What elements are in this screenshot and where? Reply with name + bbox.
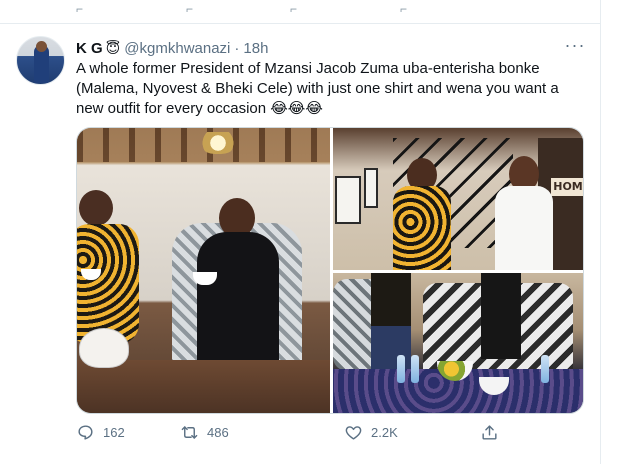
person-left <box>77 190 139 344</box>
avatar-head <box>36 41 47 52</box>
water-bottle <box>397 355 405 383</box>
timestamp[interactable]: 18h <box>243 40 268 57</box>
water-bottle <box>411 355 419 383</box>
halo-emoji-icon: 😇 <box>105 39 121 56</box>
separator-dot: · <box>234 39 240 57</box>
teapot <box>79 328 129 368</box>
share-button[interactable] <box>480 420 499 444</box>
like-button[interactable]: 2.2K <box>344 420 398 444</box>
person-standing <box>481 273 521 359</box>
like-count: 2.2K <box>371 424 398 440</box>
person-patterned-shirt <box>393 158 451 270</box>
person-center <box>189 198 285 382</box>
reply-count: 162 <box>103 424 125 440</box>
tweet-actions-bar: 162 486 2.2K <box>76 420 516 444</box>
user-handle[interactable]: @kgmkhwanazi <box>124 40 230 57</box>
reply-button[interactable]: 162 <box>76 420 125 444</box>
wall-art-frame <box>335 176 361 224</box>
home-sign: HOM <box>551 178 583 196</box>
tweet-text: A whole former President of Mzansi Jacob… <box>76 60 559 117</box>
display-name[interactable]: K G <box>76 40 103 57</box>
timeline-right-border <box>600 0 601 464</box>
photo-handshake[interactable]: HOM <box>333 128 583 270</box>
person-standing <box>371 273 411 369</box>
person-white-shirt <box>493 156 553 270</box>
media-grid: HOM <box>76 127 584 414</box>
tweet-header: K G 😇 @kgmkhwanazi · 18h <box>76 38 268 58</box>
heart-icon <box>345 425 362 440</box>
previous-tweet-actions-strip: ⌐ ⌐ ⌐ ⌐ <box>0 0 600 24</box>
wooden-table <box>77 360 330 413</box>
previous-share-icon[interactable]: ⌐ <box>400 2 422 16</box>
retweet-button[interactable]: 486 <box>180 420 229 444</box>
reply-icon <box>78 424 93 440</box>
water-bottle <box>541 355 549 383</box>
photo-living-room[interactable] <box>77 128 330 413</box>
share-icon <box>482 424 497 440</box>
previous-retweet-icon[interactable]: ⌐ <box>186 2 208 16</box>
previous-reply-icon[interactable]: ⌐ <box>76 2 98 16</box>
retweet-count: 486 <box>207 424 229 440</box>
avatar[interactable] <box>16 36 65 85</box>
retweet-icon <box>181 425 198 439</box>
photo-table-gathering[interactable] <box>333 273 583 413</box>
previous-like-icon[interactable]: ⌐ <box>290 2 312 16</box>
wall-art-frame <box>364 168 378 208</box>
more-options-icon[interactable]: ··· <box>562 36 588 58</box>
